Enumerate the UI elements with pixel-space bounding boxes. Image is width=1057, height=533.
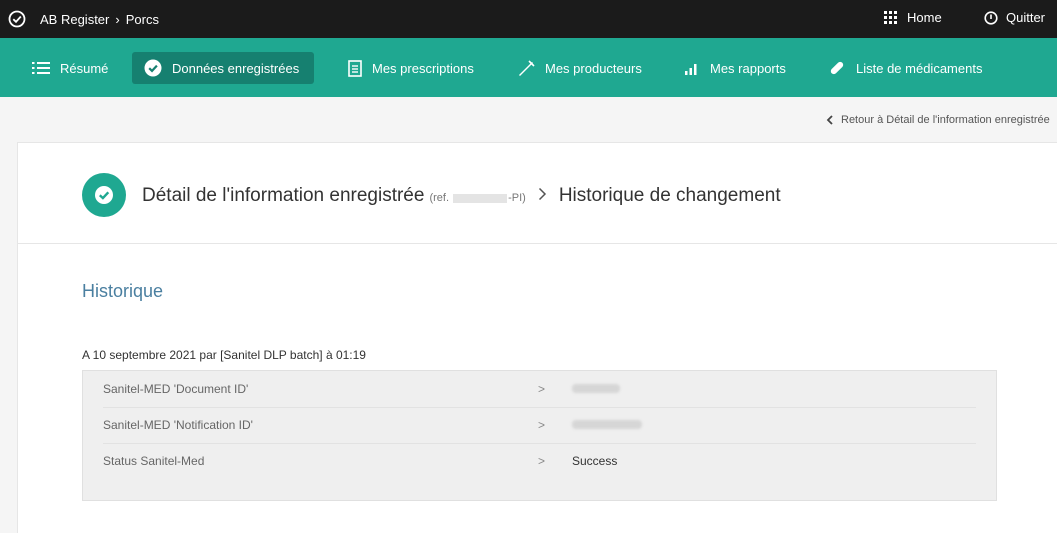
breadcrumb: AB Register › Porcs <box>40 12 159 27</box>
ref-suffix: -PI) <box>508 192 526 204</box>
ref-prefix: (ref. <box>429 192 450 204</box>
nav-label: Mes rapports <box>710 60 786 76</box>
back-link[interactable]: Retour à Détail de l'information enregis… <box>826 114 1050 126</box>
chevron-right-icon <box>538 185 547 207</box>
change-arrow: > <box>538 418 546 432</box>
bar-chart-icon <box>685 64 697 75</box>
document-icon <box>348 59 362 77</box>
nav-label: Résumé <box>60 60 109 76</box>
nav-label: Mes producteurs <box>545 60 642 76</box>
change-field: Status Sanitel-Med <box>103 454 205 468</box>
quit-label: Quitter <box>1006 10 1046 25</box>
change-row: Sanitel-MED 'Notification ID' > <box>103 407 976 444</box>
nav-label: Données enregistrées <box>172 60 300 76</box>
breadcrumb-app[interactable]: AB Register <box>40 12 109 27</box>
check-circle-icon <box>144 59 162 77</box>
page-title-main: Détail de l'information enregistrée <box>142 185 425 206</box>
home-label: Home <box>907 10 942 25</box>
quit-link[interactable]: Quitter <box>984 10 1045 25</box>
history-entry-meta: A 10 septembre 2021 par [Sanitel DLP bat… <box>82 348 366 362</box>
syringe-icon <box>519 60 535 76</box>
nav-item-resume[interactable]: Résumé <box>20 52 120 84</box>
change-value: Success <box>572 454 618 468</box>
history-changes-box: Sanitel-MED 'Document ID' > Sanitel-MED … <box>82 370 997 501</box>
list-icon <box>32 62 50 74</box>
nav-label: Mes prescriptions <box>372 60 474 76</box>
nav-label: Liste de médicaments <box>856 60 983 76</box>
change-arrow: > <box>538 454 546 468</box>
redacted-value <box>572 418 642 432</box>
chevron-left-icon <box>826 115 833 125</box>
check-circle-icon[interactable] <box>8 10 26 28</box>
breadcrumb-section[interactable]: Porcs <box>126 12 159 27</box>
nav-item-mes-prescriptions[interactable]: Mes prescriptions <box>336 52 486 84</box>
change-row: Status Sanitel-Med > Success <box>103 443 976 479</box>
breadcrumb-separator: › <box>115 12 120 27</box>
pill-icon <box>830 61 844 75</box>
back-link-label: Retour à Détail de l'information enregis… <box>841 114 1050 126</box>
power-icon <box>984 10 998 25</box>
top-bar: AB Register › Porcs Home Quitter <box>0 0 1057 38</box>
page-title: Détail de l'information enregistrée (ref… <box>142 185 781 207</box>
nav-item-donnees-enregistrees[interactable]: Données enregistrées <box>132 52 314 84</box>
home-link[interactable]: Home <box>884 10 942 25</box>
change-row: Sanitel-MED 'Document ID' > <box>103 371 976 408</box>
detail-card: Détail de l'information enregistrée (ref… <box>17 142 1057 533</box>
redacted-value <box>572 382 620 396</box>
page-subtitle: Historique de changement <box>558 185 781 206</box>
reference: (ref. -PI) <box>429 192 525 204</box>
change-field: Sanitel-MED 'Document ID' <box>103 382 249 396</box>
grid-icon <box>884 11 897 24</box>
change-field: Sanitel-MED 'Notification ID' <box>103 418 253 432</box>
nav-item-mes-rapports[interactable]: Mes rapports <box>672 52 798 84</box>
section-title: Historique <box>82 281 164 301</box>
nav-item-mes-producteurs[interactable]: Mes producteurs <box>505 52 654 84</box>
nav-item-liste-de-medicaments[interactable]: Liste de médicaments <box>816 52 994 84</box>
page-header: Détail de l'information enregistrée (ref… <box>18 143 1057 244</box>
check-circle-icon <box>82 173 126 217</box>
main-nav: Résumé Données enregistrées Mes prescrip… <box>0 38 1057 97</box>
redacted-ref <box>453 193 508 203</box>
change-arrow: > <box>538 382 546 396</box>
